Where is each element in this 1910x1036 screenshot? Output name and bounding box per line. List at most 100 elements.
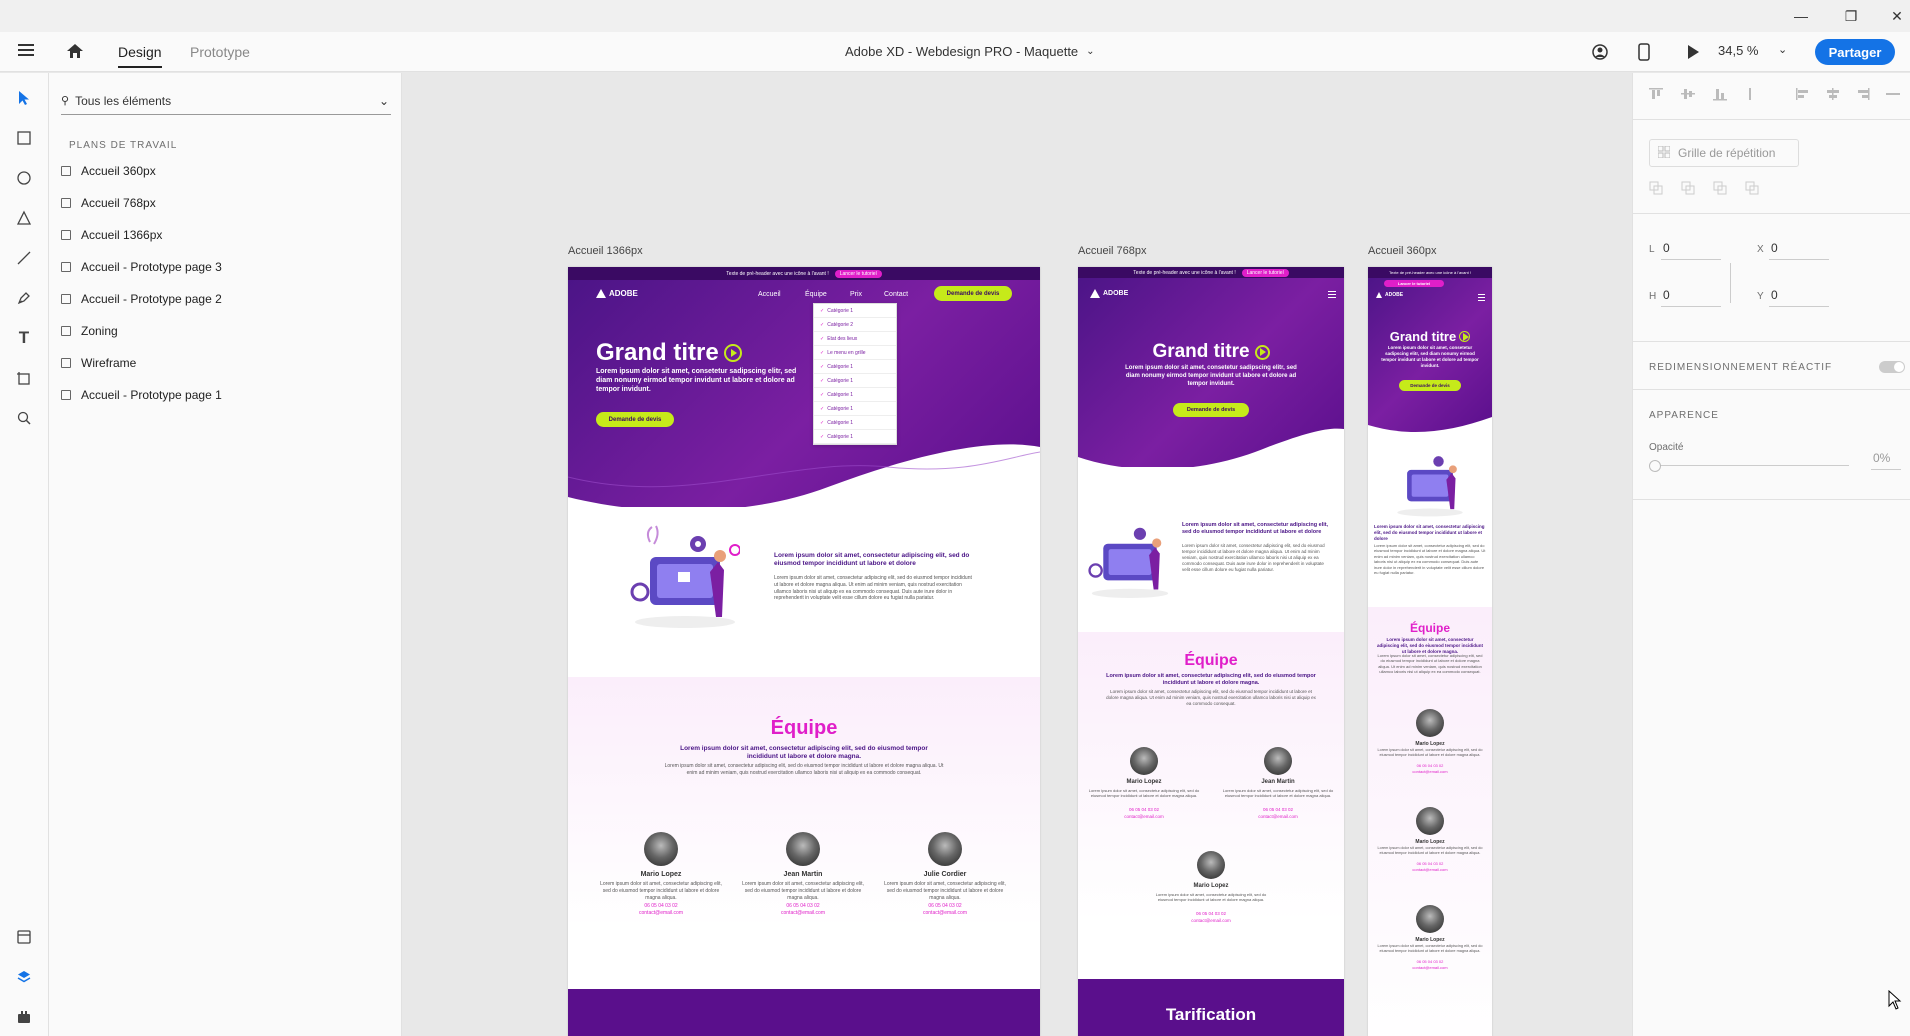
chevron-down-icon[interactable]: ⌄ xyxy=(379,94,389,108)
assets-panel-icon[interactable] xyxy=(12,925,36,949)
layer-filter[interactable]: ⚲ Tous les éléments ⌄ xyxy=(61,87,391,115)
restore-icon[interactable]: ❐ xyxy=(1828,0,1874,32)
hamburger-menu-icon[interactable] xyxy=(18,43,34,57)
align-center-icon[interactable] xyxy=(1825,87,1841,106)
artboard-label-tablet[interactable]: Accueil 768px xyxy=(1078,245,1147,257)
layer-item[interactable]: Accueil 360px xyxy=(61,159,156,183)
y-field[interactable]: 0 xyxy=(1771,288,1778,302)
layer-item[interactable]: Accueil - Prototype page 3 xyxy=(61,255,222,279)
dropdown-item[interactable]: Etat des lieux xyxy=(814,332,896,346)
pre-header-pill[interactable]: Lancer le tutoriel xyxy=(1384,280,1444,287)
member-email[interactable]: contact@email.com xyxy=(596,910,726,916)
tab-design[interactable]: Design xyxy=(118,32,162,72)
zoom-chevron-icon[interactable]: ⌄ xyxy=(1778,43,1787,56)
hamburger-menu-icon[interactable] xyxy=(1328,291,1336,300)
member-phone[interactable]: 06 05 04 03 02 xyxy=(880,903,1010,909)
nav-item-pricing[interactable]: Prix xyxy=(850,291,862,298)
dropdown-item[interactable]: Catégorie 1 xyxy=(814,304,896,318)
layer-item[interactable]: Zoning xyxy=(61,319,118,343)
layer-item[interactable]: Accueil - Prototype page 2 xyxy=(61,287,222,311)
dropdown-item[interactable]: Catégorie 1 xyxy=(814,360,896,374)
align-left-icon[interactable] xyxy=(1795,87,1811,106)
play-icon[interactable] xyxy=(1254,344,1270,360)
rectangle-tool-icon[interactable] xyxy=(12,126,36,150)
opacity-field[interactable]: 0% xyxy=(1873,451,1890,465)
distribute-vertical-icon[interactable] xyxy=(1743,87,1757,106)
member-email[interactable]: contact@email.com xyxy=(1376,965,1484,970)
share-button[interactable]: Partager xyxy=(1815,39,1895,65)
member-phone[interactable]: 06 05 04 03 02 xyxy=(596,903,726,909)
tab-prototype[interactable]: Prototype xyxy=(190,32,250,72)
height-field[interactable]: 0 xyxy=(1663,288,1670,302)
artboard-tablet[interactable]: Texte de pré-header avec une icône à l'a… xyxy=(1078,267,1344,1036)
member-phone[interactable]: 06 05 04 03 02 xyxy=(738,903,868,909)
width-field[interactable]: 0 xyxy=(1663,241,1670,255)
nav-cta-button[interactable]: Demande de devis xyxy=(934,286,1012,301)
add-boolean-icon[interactable] xyxy=(1649,181,1663,200)
subtract-boolean-icon[interactable] xyxy=(1681,181,1695,200)
dropdown-item[interactable]: Catégorie 1 xyxy=(814,416,896,430)
opacity-slider[interactable] xyxy=(1653,465,1849,466)
member-email[interactable]: contact@email.com xyxy=(1376,769,1484,774)
layer-item[interactable]: Wireframe xyxy=(61,351,136,375)
document-title[interactable]: Adobe XD - Webdesign PRO - Maquette ⌄ xyxy=(845,44,1095,59)
intersect-boolean-icon[interactable] xyxy=(1713,181,1727,200)
member-phone[interactable]: 06 05 04 03 02 xyxy=(1376,959,1484,964)
nav-item-team[interactable]: Équipe xyxy=(805,291,827,298)
design-canvas[interactable]: Accueil 1366px Texte de pré-header avec … xyxy=(402,73,1632,1036)
plugins-panel-icon[interactable] xyxy=(12,1005,36,1029)
member-phone[interactable]: 06 05 04 03 02 xyxy=(1222,807,1334,812)
layer-item[interactable]: Accueil - Prototype page 1 xyxy=(61,383,222,407)
play-icon[interactable] xyxy=(723,344,742,362)
polygon-tool-icon[interactable] xyxy=(12,206,36,230)
hero-cta-button[interactable]: Demande de devis xyxy=(1399,380,1461,391)
nav-item-home[interactable]: Accueil xyxy=(758,291,781,298)
dropdown-item[interactable]: Catégorie 1 xyxy=(814,388,896,402)
exclude-boolean-icon[interactable] xyxy=(1745,181,1759,200)
artboard-tool-icon[interactable] xyxy=(12,366,36,390)
hero-cta-button[interactable]: Demande de devis xyxy=(596,412,674,427)
play-icon[interactable] xyxy=(1459,331,1471,342)
device-preview-icon[interactable] xyxy=(1638,43,1650,61)
pre-header-pill[interactable]: Lancer le tutoriel xyxy=(1241,268,1289,277)
play-preview-icon[interactable] xyxy=(1686,44,1700,60)
repeat-grid-button[interactable]: Grille de répétition xyxy=(1649,139,1799,167)
layers-panel-icon[interactable] xyxy=(12,965,36,989)
artboard-label-mobile[interactable]: Accueil 360px xyxy=(1368,245,1437,257)
lock-aspect-icon[interactable] xyxy=(1725,263,1731,303)
pre-header-pill[interactable]: Lancer le tutoriel xyxy=(834,269,882,278)
user-share-icon[interactable] xyxy=(1591,43,1609,61)
member-phone[interactable]: 06 05 04 03 02 xyxy=(1155,911,1267,916)
align-middle-icon[interactable] xyxy=(1679,87,1697,106)
artboard-desktop[interactable]: Texte de pré-header avec une icône à l'a… xyxy=(568,267,1040,1036)
align-top-icon[interactable] xyxy=(1647,87,1665,106)
member-phone[interactable]: 06 05 04 03 02 xyxy=(1376,763,1484,768)
member-email[interactable]: contact@email.com xyxy=(1088,814,1200,819)
site-logo[interactable]: ADOBE xyxy=(596,289,638,298)
nav-dropdown-menu[interactable]: Catégorie 1 Catégorie 2 Etat des lieux L… xyxy=(813,303,897,445)
hamburger-menu-icon[interactable] xyxy=(1478,294,1485,303)
select-tool-icon[interactable] xyxy=(12,86,36,110)
site-logo[interactable]: ADOBE xyxy=(1376,292,1403,298)
artboard-mobile[interactable]: Texte de pré-header avec une icône à l'a… xyxy=(1368,267,1492,1036)
align-right-icon[interactable] xyxy=(1855,87,1871,106)
dropdown-item[interactable]: Catégorie 1 xyxy=(814,402,896,416)
layer-item[interactable]: Accueil 768px xyxy=(61,191,156,215)
dropdown-item[interactable]: Catégorie 1 xyxy=(814,430,896,444)
home-icon[interactable] xyxy=(66,43,84,59)
pen-tool-icon[interactable] xyxy=(12,286,36,310)
align-bottom-icon[interactable] xyxy=(1711,87,1729,106)
x-field[interactable]: 0 xyxy=(1771,241,1778,255)
member-email[interactable]: contact@email.com xyxy=(1376,867,1484,872)
hero-cta-button[interactable]: Demande de devis xyxy=(1173,403,1249,417)
dropdown-item[interactable]: Le menu en grille xyxy=(814,346,896,360)
ellipse-tool-icon[interactable] xyxy=(12,166,36,190)
nav-item-contact[interactable]: Contact xyxy=(884,291,908,298)
member-email[interactable]: contact@email.com xyxy=(1155,918,1267,923)
opacity-slider-handle[interactable] xyxy=(1649,460,1661,472)
minimize-icon[interactable]: — xyxy=(1778,0,1824,32)
distribute-horizontal-icon[interactable] xyxy=(1885,87,1901,106)
member-email[interactable]: contact@email.com xyxy=(1222,814,1334,819)
member-email[interactable]: contact@email.com xyxy=(880,910,1010,916)
layer-item[interactable]: Accueil 1366px xyxy=(61,223,162,247)
